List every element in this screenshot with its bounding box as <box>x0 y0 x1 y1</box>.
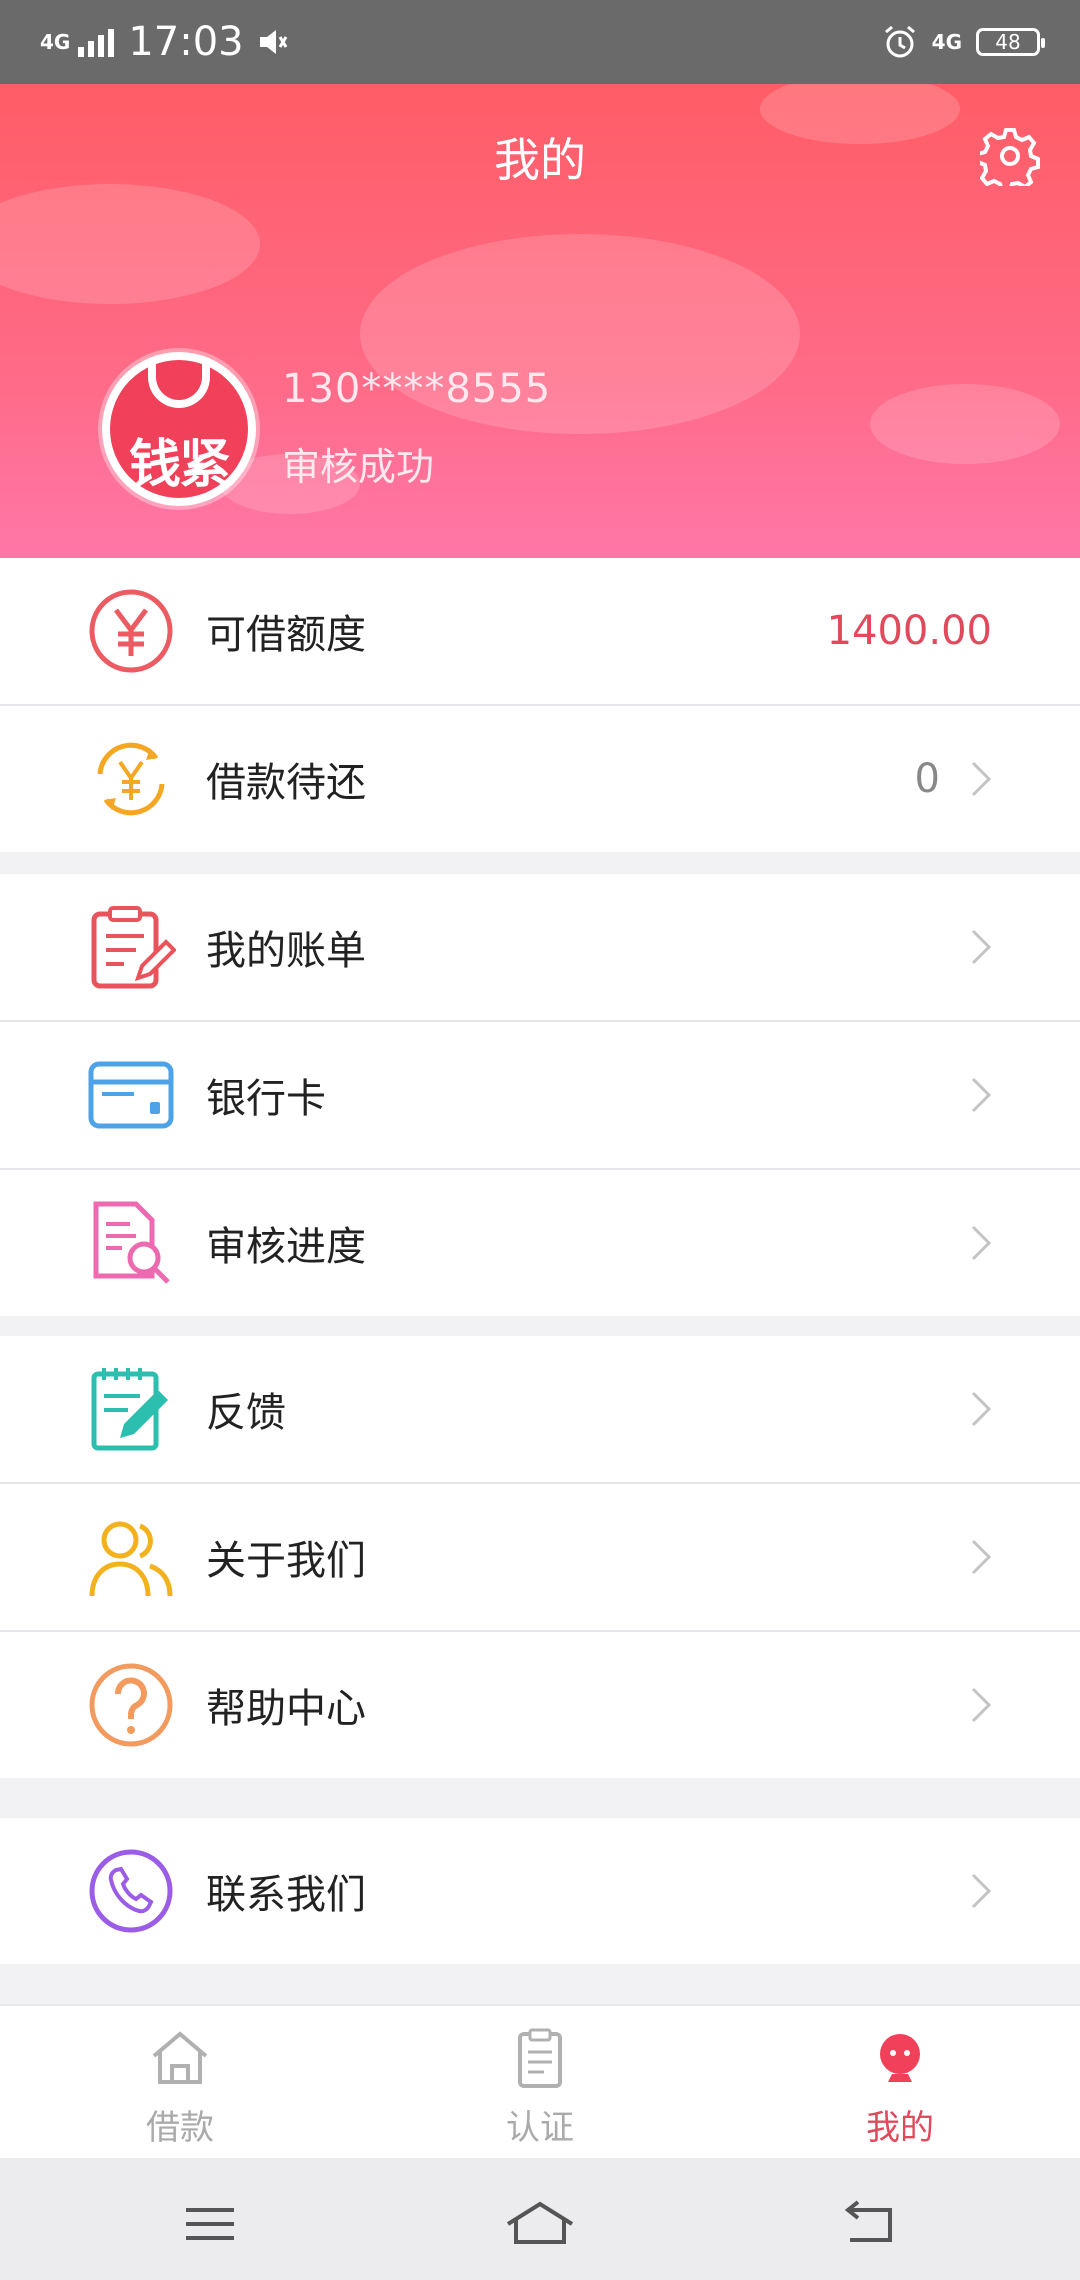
help-center-row[interactable]: 帮助中心 <box>0 1632 1080 1778</box>
signal-icon <box>78 27 115 57</box>
chevron-right-icon <box>971 929 992 965</box>
bank-card-label: 银行卡 <box>206 1076 326 1122</box>
feedback-label: 反馈 <box>206 1390 286 1436</box>
review-progress-label: 审核进度 <box>206 1224 366 1270</box>
chevron-right-icon <box>971 1539 992 1575</box>
review-status: 审核成功 <box>282 445 435 489</box>
my-bills-label: 我的账单 <box>206 928 366 974</box>
home-icon <box>152 2031 208 2084</box>
clock: 17:03 <box>128 19 244 65</box>
chevron-right-icon <box>971 761 992 797</box>
status-bar: 4G 17:03 4G 48 <box>0 0 1080 84</box>
tab-label: 认证 <box>506 2108 574 2148</box>
about-us-label: 关于我们 <box>206 1538 366 1584</box>
tab-loan[interactable]: 借款 <box>80 2026 280 2149</box>
tab-label: 借款 <box>146 2108 214 2148</box>
alarm-icon <box>884 25 915 58</box>
help-center-label: 帮助中心 <box>206 1686 366 1732</box>
chevron-right-icon <box>971 1391 992 1427</box>
question-icon <box>89 1663 173 1747</box>
repay-cycle-icon <box>97 742 165 816</box>
about-us-row[interactable]: 关于我们 <box>0 1484 1080 1630</box>
profile-header: 我的 钱紧 130****8555 审核成功 <box>0 84 1080 558</box>
tab-mine[interactable]: 我的 <box>800 2026 1000 2149</box>
chevron-right-icon <box>971 1077 992 1113</box>
system-nav-bar <box>0 2158 1080 2280</box>
yuan-icon <box>89 589 173 673</box>
user-phone: 130****8555 <box>282 366 552 412</box>
cloud-decoration <box>0 184 260 304</box>
chevron-right-icon <box>971 1225 992 1261</box>
cloud-decoration <box>870 384 1060 464</box>
home-nav-icon[interactable] <box>500 2194 580 2254</box>
users-icon <box>89 1521 173 1597</box>
notepad-edit-icon <box>91 1368 168 1451</box>
chevron-right-icon <box>971 1687 992 1723</box>
pending-repay-value: 0 <box>914 756 940 802</box>
tab-label: 我的 <box>866 2108 934 2148</box>
feedback-row[interactable]: 反馈 <box>0 1336 1080 1482</box>
battery-level: 48 <box>995 30 1021 54</box>
bank-card-row[interactable]: 银行卡 <box>0 1022 1080 1168</box>
tab-certification[interactable]: 认证 <box>440 2026 640 2149</box>
back-icon[interactable] <box>830 2194 910 2254</box>
bank-card-icon <box>88 1061 174 1129</box>
chevron-right-icon <box>971 1873 992 1909</box>
avatar-logo-text: 钱紧 <box>128 435 231 495</box>
quota-label: 可借额度 <box>206 612 366 658</box>
menu-icon[interactable] <box>170 2194 250 2254</box>
quota-value: 1400.00 <box>826 608 992 654</box>
network-indicator: 4G <box>40 30 71 54</box>
bottom-tab-bar: 借款 认证 我的 <box>0 2004 1080 2158</box>
battery-icon: 48 <box>976 28 1045 56</box>
pending-repay-label: 借款待还 <box>206 760 366 806</box>
contact-us-row[interactable]: 联系我们 <box>0 1818 1080 1964</box>
contact-us-label: 联系我们 <box>206 1872 366 1918</box>
clipboard-icon <box>518 2028 562 2088</box>
profile-icon <box>880 2034 920 2082</box>
bill-edit-icon <box>91 906 176 989</box>
review-progress-row[interactable]: 审核进度 <box>0 1170 1080 1316</box>
phone-icon <box>89 1849 173 1933</box>
mute-icon <box>259 30 287 54</box>
quota-row: 可借额度 1400.00 <box>0 558 1080 704</box>
page-title: 我的 <box>494 133 586 187</box>
pending-repay-row[interactable]: 借款待还 0 <box>0 706 1080 852</box>
network-indicator-right: 4G <box>931 30 962 54</box>
document-search-icon <box>93 1201 170 1284</box>
avatar[interactable]: 钱紧 <box>102 352 256 506</box>
settings-gear-icon[interactable] <box>980 126 1040 186</box>
my-bills-row[interactable]: 我的账单 <box>0 874 1080 1020</box>
